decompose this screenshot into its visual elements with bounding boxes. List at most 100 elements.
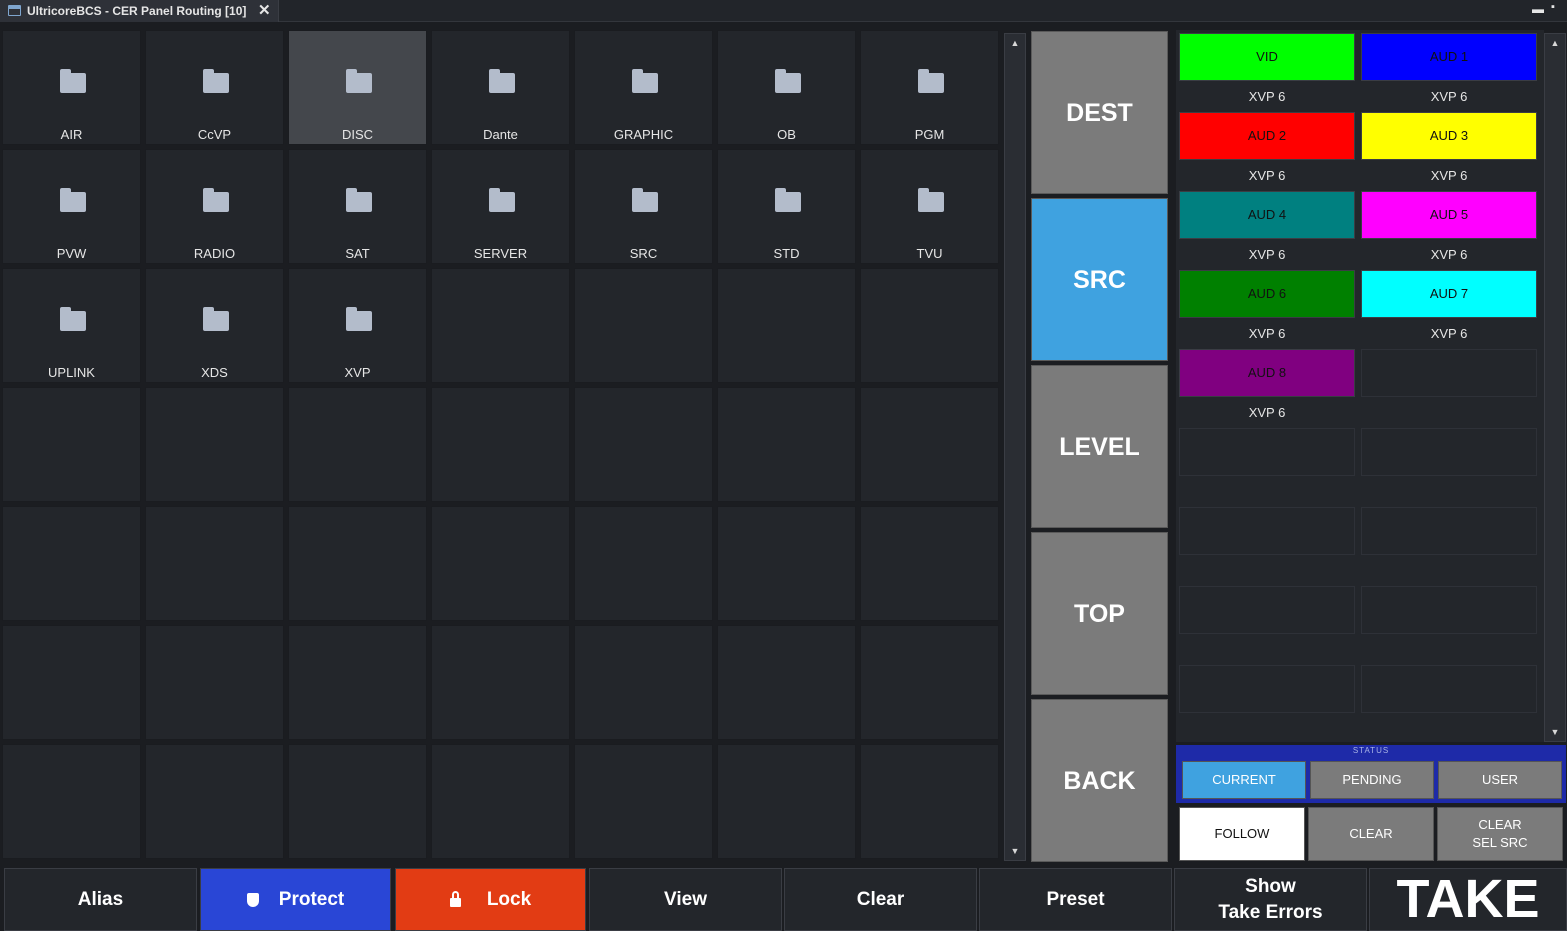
folder-tile[interactable]: UPLINK — [2, 268, 141, 383]
alias-button[interactable]: Alias — [4, 868, 197, 931]
folder-tile[interactable]: OB — [717, 30, 856, 145]
level-scroll-down-icon[interactable]: ▼ — [1545, 727, 1565, 737]
folder-tile[interactable]: PVW — [2, 149, 141, 264]
empty-tile[interactable] — [574, 625, 713, 740]
folder-tile[interactable]: AIR — [2, 30, 141, 145]
maximize-icon[interactable]: ▪ — [1551, 1, 1555, 13]
folder-tile[interactable]: PGM — [860, 30, 999, 145]
level-button[interactable]: AUD 5 — [1361, 191, 1537, 239]
protect-button[interactable]: Protect — [200, 868, 391, 931]
empty-tile[interactable] — [2, 625, 141, 740]
view-button[interactable]: View — [589, 868, 782, 931]
empty-level-slot[interactable] — [1179, 507, 1355, 555]
folder-tile[interactable]: TVU — [860, 149, 999, 264]
empty-level-slot[interactable] — [1361, 349, 1537, 397]
empty-tile[interactable] — [717, 625, 856, 740]
folder-tile[interactable]: CcVP — [145, 30, 284, 145]
folder-tile[interactable]: Dante — [431, 30, 570, 145]
empty-tile[interactable] — [574, 744, 713, 859]
empty-tile[interactable] — [431, 506, 570, 621]
folder-icon — [203, 307, 229, 331]
empty-level-slot[interactable] — [1361, 507, 1537, 555]
level-button[interactable]: AUD 3 — [1361, 112, 1537, 160]
folder-tile[interactable]: DISC — [288, 30, 427, 145]
folder-tile[interactable]: GRAPHIC — [574, 30, 713, 145]
current-button[interactable]: CURRENT — [1182, 761, 1306, 799]
window-tab[interactable]: UltricoreBCS - CER Panel Routing [10] ✕ — [0, 0, 279, 22]
scroll-down-icon[interactable]: ▼ — [1005, 846, 1025, 856]
lock-button[interactable]: Lock — [395, 868, 586, 931]
level-button[interactable]: LEVEL — [1031, 365, 1168, 528]
empty-tile[interactable] — [431, 625, 570, 740]
back-button[interactable]: BACK — [1031, 699, 1168, 862]
clear-sel-src-button[interactable]: CLEAR SEL SRC — [1437, 807, 1563, 861]
level-button[interactable]: AUD 2 — [1179, 112, 1355, 160]
empty-level-slot[interactable] — [1179, 586, 1355, 634]
empty-tile[interactable] — [717, 506, 856, 621]
empty-tile[interactable] — [2, 506, 141, 621]
folder-tile[interactable]: XDS — [145, 268, 284, 383]
folder-tile[interactable]: STD — [717, 149, 856, 264]
empty-level-slot[interactable] — [1179, 428, 1355, 476]
level-button[interactable]: AUD 7 — [1361, 270, 1537, 318]
preset-button[interactable]: Preset — [979, 868, 1172, 931]
empty-tile[interactable] — [860, 625, 999, 740]
scroll-up-icon[interactable]: ▲ — [1005, 38, 1025, 48]
empty-tile[interactable] — [288, 387, 427, 502]
empty-tile[interactable] — [288, 744, 427, 859]
empty-tile[interactable] — [431, 744, 570, 859]
clear-dest-button[interactable]: CLEAR — [1308, 807, 1434, 861]
grid-scrollbar[interactable]: ▲ ▼ — [1004, 33, 1026, 861]
empty-tile[interactable] — [431, 387, 570, 502]
empty-tile[interactable] — [145, 625, 284, 740]
empty-tile[interactable] — [2, 744, 141, 859]
folder-tile[interactable]: XVP — [288, 268, 427, 383]
folder-label: SERVER — [473, 246, 528, 261]
empty-tile[interactable] — [574, 506, 713, 621]
empty-tile[interactable] — [860, 268, 999, 383]
empty-tile[interactable] — [145, 744, 284, 859]
empty-tile[interactable] — [860, 744, 999, 859]
level-button[interactable]: VID — [1179, 33, 1355, 81]
level-button[interactable]: AUD 8 — [1179, 349, 1355, 397]
dest-button[interactable]: DEST — [1031, 31, 1168, 194]
empty-tile[interactable] — [574, 268, 713, 383]
src-button[interactable]: SRC — [1031, 198, 1168, 361]
folder-tile[interactable]: SRC — [574, 149, 713, 264]
empty-tile[interactable] — [717, 387, 856, 502]
empty-level-slot[interactable] — [1361, 428, 1537, 476]
empty-tile[interactable] — [860, 506, 999, 621]
folder-tile[interactable]: RADIO — [145, 149, 284, 264]
minimize-icon[interactable]: ▬ — [1532, 2, 1544, 16]
show-take-errors-button[interactable]: Show Take Errors — [1174, 868, 1367, 931]
empty-tile[interactable] — [288, 625, 427, 740]
level-button[interactable]: AUD 4 — [1179, 191, 1355, 239]
level-button[interactable]: AUD 1 — [1361, 33, 1537, 81]
empty-tile[interactable] — [145, 387, 284, 502]
empty-tile[interactable] — [431, 268, 570, 383]
empty-tile[interactable] — [288, 506, 427, 621]
empty-tile[interactable] — [574, 387, 713, 502]
empty-tile[interactable] — [717, 268, 856, 383]
empty-tile[interactable] — [145, 506, 284, 621]
level-button[interactable]: AUD 6 — [1179, 270, 1355, 318]
close-icon[interactable]: ✕ — [258, 1, 271, 19]
empty-level-slot[interactable] — [1361, 586, 1537, 634]
top-button[interactable]: TOP — [1031, 532, 1168, 695]
pending-button[interactable]: PENDING — [1310, 761, 1434, 799]
empty-tile[interactable] — [860, 387, 999, 502]
level-scrollbar[interactable]: ▲ ▼ — [1544, 33, 1566, 742]
clear-button[interactable]: Clear — [784, 868, 977, 931]
level-scroll-up-icon[interactable]: ▲ — [1545, 38, 1565, 48]
empty-level-slot[interactable] — [1179, 665, 1355, 713]
follow-button[interactable]: FOLLOW — [1179, 807, 1305, 861]
empty-tile[interactable] — [717, 744, 856, 859]
user-button[interactable]: USER — [1438, 761, 1562, 799]
folder-label: XDS — [201, 365, 228, 380]
empty-tile[interactable] — [2, 387, 141, 502]
take-button[interactable]: TAKE — [1369, 868, 1567, 931]
folder-tile[interactable]: SERVER — [431, 149, 570, 264]
folder-tile[interactable]: SAT — [288, 149, 427, 264]
empty-level-slot[interactable] — [1361, 665, 1537, 713]
folder-icon — [60, 188, 86, 212]
